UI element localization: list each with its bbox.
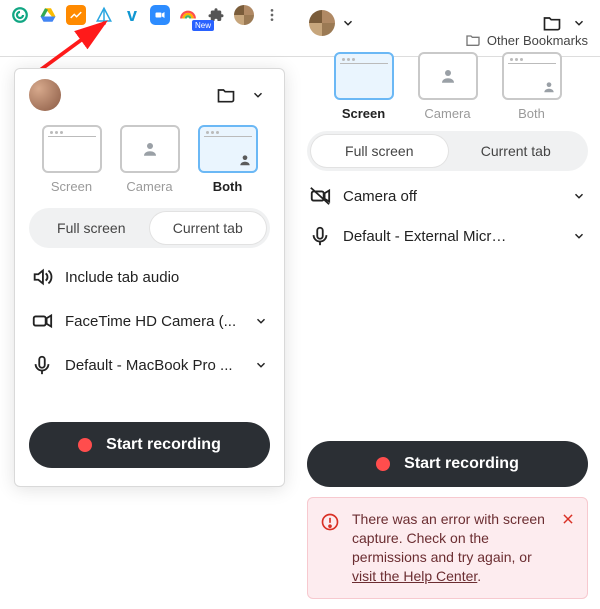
camera-option[interactable]: Camera off <box>307 181 588 211</box>
error-icon <box>320 512 342 586</box>
recorder-popup-left: Screen Camera Both Full screen Current t… <box>14 68 285 487</box>
header-dropdown[interactable] <box>246 84 270 106</box>
error-text: There was an error with screen capture. … <box>352 510 547 586</box>
chevron-down-icon <box>572 229 586 243</box>
start-recording-button[interactable]: Start recording <box>307 441 588 487</box>
user-avatar[interactable] <box>29 79 61 111</box>
seg-full-screen[interactable]: Full screen <box>311 135 448 167</box>
mode-both[interactable]: Both <box>198 125 258 194</box>
mode-camera[interactable]: Camera <box>418 52 478 121</box>
user-avatar[interactable] <box>309 10 335 36</box>
mic-icon <box>309 225 331 247</box>
user-menu-dropdown[interactable] <box>341 16 355 30</box>
mode-selector: Screen Camera Both <box>307 52 588 121</box>
include-tab-audio-option[interactable]: Include tab audio <box>29 262 270 292</box>
camera-icon <box>31 310 53 332</box>
error-banner: There was an error with screen capture. … <box>307 497 588 599</box>
popup-header <box>29 79 270 111</box>
mic-option[interactable]: Default - MacBook Pro ... <box>29 350 270 380</box>
help-center-link[interactable]: visit the Help Center <box>352 568 477 584</box>
mic-option[interactable]: Default - External Micr… <box>307 221 588 251</box>
mode-camera[interactable]: Camera <box>120 125 180 194</box>
mode-screen[interactable]: Screen <box>334 52 394 121</box>
chevron-down-icon <box>254 358 268 372</box>
recorder-panel-right: Screen Camera Both Full screen Current t… <box>295 0 600 609</box>
speaker-icon <box>31 266 53 288</box>
mode-both[interactable]: Both <box>502 52 562 121</box>
seg-full-screen[interactable]: Full screen <box>33 212 150 244</box>
record-dot-icon <box>78 438 92 452</box>
folder-button[interactable] <box>214 84 238 106</box>
close-icon[interactable] <box>561 512 575 586</box>
mode-selector: Screen Camera Both <box>29 125 270 194</box>
mode-screen[interactable]: Screen <box>42 125 102 194</box>
start-recording-button[interactable]: Start recording <box>29 422 270 468</box>
header-dropdown[interactable] <box>572 16 586 30</box>
capture-scope-segmented: Full screen Current tab <box>307 131 588 171</box>
camera-off-icon <box>309 185 331 207</box>
chevron-down-icon <box>572 189 586 203</box>
folder-button[interactable] <box>540 12 564 34</box>
capture-scope-segmented: Full screen Current tab <box>29 208 270 248</box>
chevron-down-icon <box>254 314 268 328</box>
mic-icon <box>31 354 53 376</box>
camera-option[interactable]: FaceTime HD Camera (... <box>29 306 270 336</box>
seg-current-tab[interactable]: Current tab <box>448 135 585 167</box>
seg-current-tab[interactable]: Current tab <box>150 212 267 244</box>
record-dot-icon <box>376 457 390 471</box>
right-header <box>307 6 588 42</box>
